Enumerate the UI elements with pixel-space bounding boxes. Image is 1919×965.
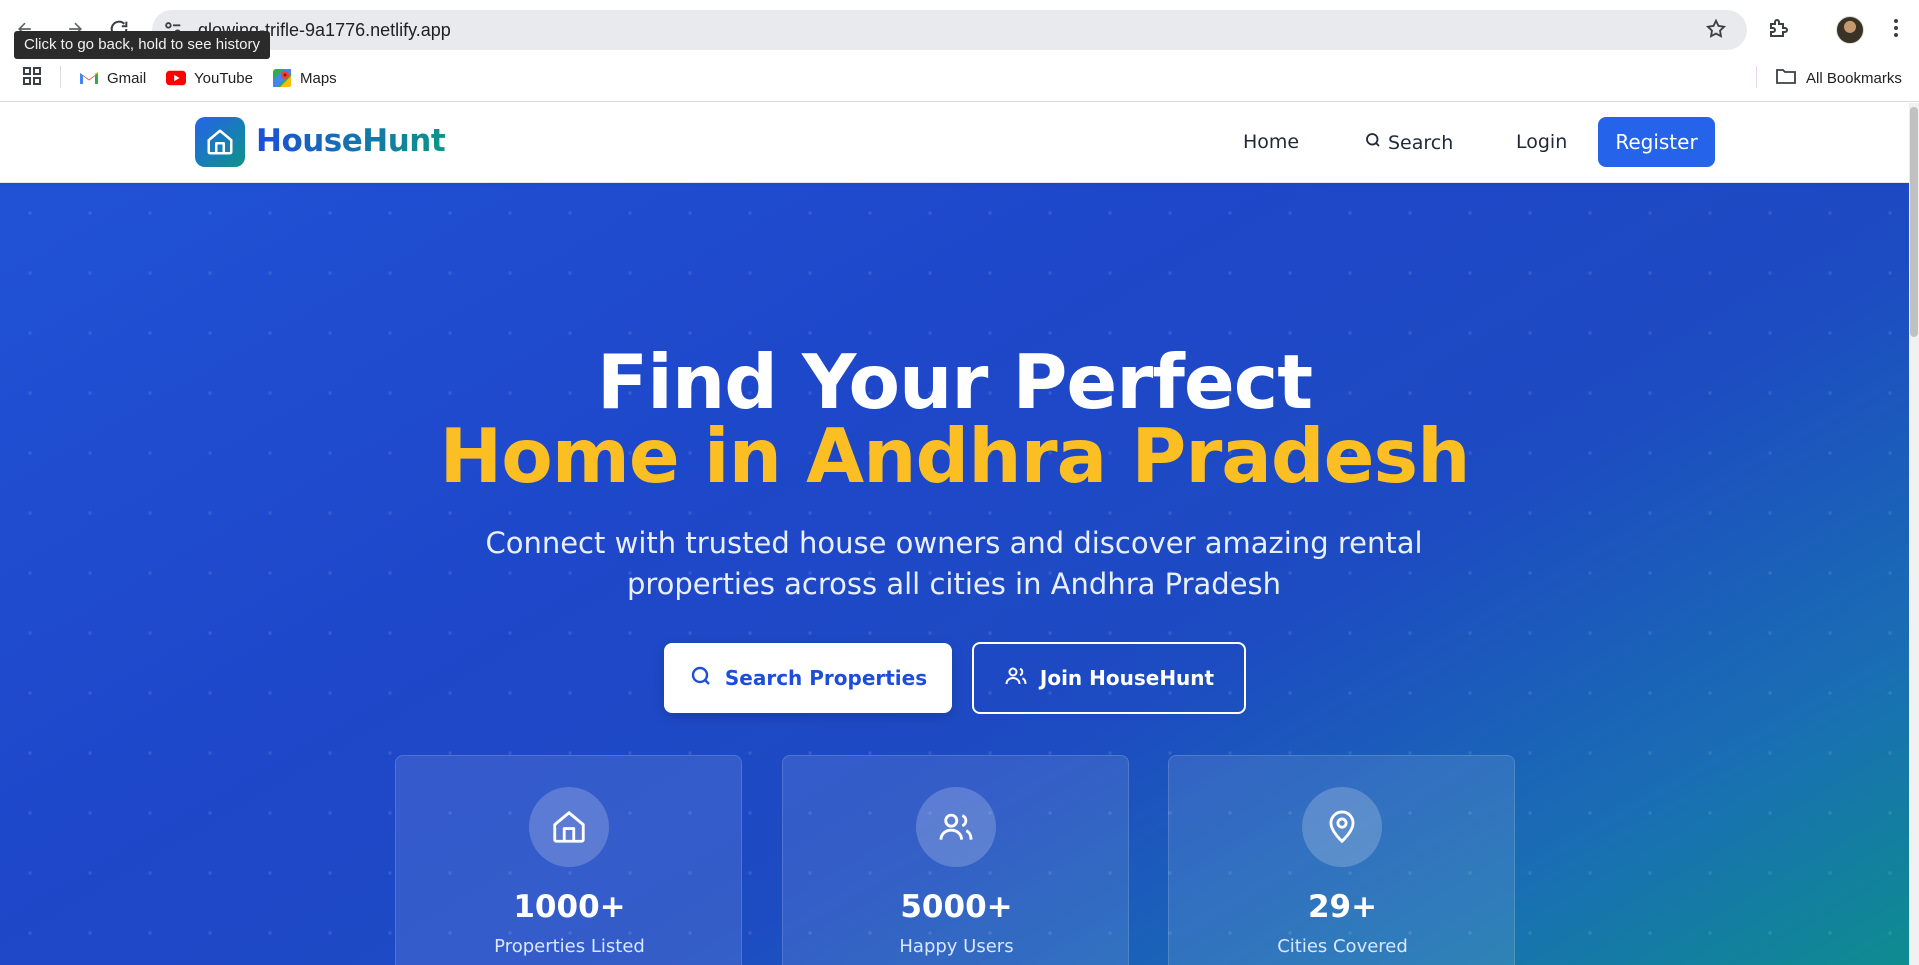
maps-icon (272, 68, 292, 88)
nav-search[interactable]: Search (1364, 131, 1453, 154)
nav-home[interactable]: Home (1243, 131, 1299, 153)
bookmark-label: Maps (300, 69, 337, 87)
back-button-tooltip: Click to go back, hold to see history (14, 31, 270, 59)
brand-logo-icon[interactable] (195, 117, 245, 167)
hero-title-line2: Home in Andhra Pradesh (439, 412, 1470, 500)
users-icon (916, 787, 996, 867)
bookmarks-divider (1756, 66, 1757, 88)
all-bookmarks-label: All Bookmarks (1806, 69, 1902, 87)
stat-value: 5000+ (900, 889, 1013, 925)
scrollbar-thumb[interactable] (1910, 107, 1918, 337)
hero-subtitle: Connect with trusted house owners and di… (485, 526, 1423, 601)
bookmark-label: Gmail (107, 69, 147, 87)
menu-kebab-icon[interactable] (1884, 16, 1908, 42)
nav-login[interactable]: Login (1516, 131, 1567, 153)
stat-card-properties: 1000+ Properties Listed (395, 755, 742, 965)
stat-label: Properties Listed (494, 936, 645, 957)
stat-value: 29+ (1307, 889, 1378, 925)
site-header: HouseHunt Home Search Login Register (0, 103, 1909, 183)
join-househunt-button[interactable]: Join HouseHunt (972, 642, 1246, 714)
bookmarks-divider (60, 66, 61, 88)
bookmark-gmail[interactable]: Gmail (79, 64, 146, 92)
bookmark-star-icon[interactable] (1705, 18, 1729, 42)
extensions-icon[interactable] (1767, 16, 1793, 42)
folder-icon (1776, 68, 1796, 88)
nav-search-label: Search (1388, 131, 1454, 154)
users-icon (1004, 664, 1028, 693)
home-icon (529, 787, 609, 867)
search-properties-button[interactable]: Search Properties (664, 643, 952, 713)
brand-name[interactable]: HouseHunt (256, 123, 446, 159)
stat-label: Happy Users (899, 936, 1014, 957)
browser-toolbar: glowing-trifle-9a1776.netlify.app (0, 0, 1919, 60)
hero-section: Find Your Perfect Home in Andhra Pradesh… (0, 183, 1909, 965)
stat-card-cities: 29+ Cities Covered (1168, 755, 1515, 965)
search-properties-label: Search Properties (724, 666, 928, 690)
all-bookmarks-button[interactable]: All Bookmarks (1776, 64, 1902, 92)
profile-avatar[interactable] (1836, 16, 1864, 44)
stat-card-users: 5000+ Happy Users (782, 755, 1129, 965)
register-button[interactable]: Register (1598, 117, 1715, 167)
page-viewport: HouseHunt Home Search Login Register Fin… (0, 103, 1919, 965)
gmail-icon (79, 68, 99, 88)
apps-grid-icon[interactable] (22, 66, 44, 88)
join-househunt-label: Join HouseHunt (1039, 666, 1215, 690)
page-scrollbar[interactable] (1909, 103, 1919, 965)
stat-label: Cities Covered (1277, 936, 1408, 957)
youtube-icon (166, 68, 186, 88)
stat-value: 1000+ (513, 889, 626, 925)
bookmark-youtube[interactable]: YouTube (166, 64, 253, 92)
search-icon (1364, 131, 1382, 154)
bookmark-label: YouTube (194, 69, 253, 87)
map-pin-icon (1302, 787, 1382, 867)
search-icon (689, 664, 713, 693)
bookmark-maps[interactable]: Maps (272, 64, 337, 92)
